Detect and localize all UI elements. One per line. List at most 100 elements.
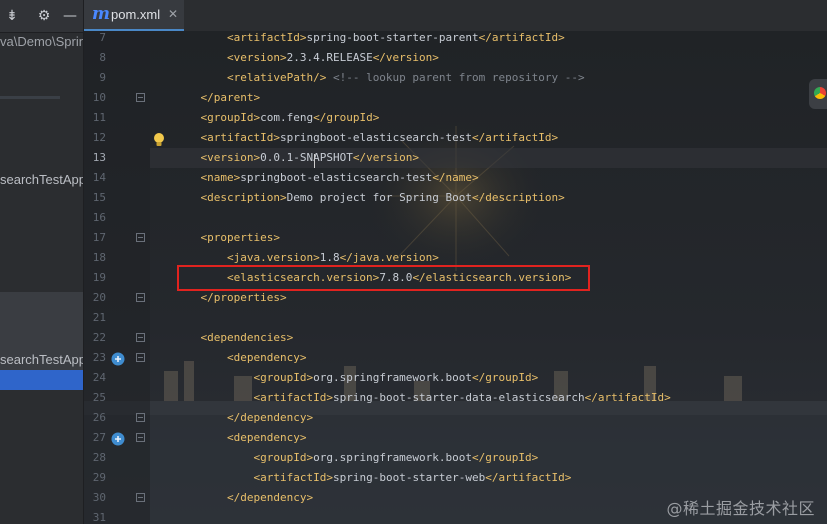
line-number: 16: [92, 211, 106, 224]
code-line[interactable]: <version>2.3.4.RELEASE</version>: [174, 48, 439, 68]
code-line[interactable]: <dependency>: [174, 348, 306, 368]
code-line[interactable]: <dependencies>: [174, 328, 294, 348]
xml-text: springboot-elasticsearch-test: [240, 171, 433, 184]
line-number: 30: [92, 491, 106, 504]
xml-tag: </dependency>: [226, 491, 314, 504]
xml-tag: <name>: [200, 171, 241, 184]
xml-text: org.springframework.boot: [313, 451, 473, 464]
xml-text: 1.8: [319, 251, 340, 264]
fold-marker-icon[interactable]: [136, 333, 145, 342]
line-number: 17: [92, 231, 106, 244]
xml-tag: <artifactId>: [253, 471, 333, 484]
xml-text: 2.3.4.RELEASE: [286, 51, 373, 64]
xml-tag: <artifactId>: [253, 391, 333, 404]
line-number: 26: [92, 411, 106, 424]
code-line[interactable]: <artifactId>spring-boot-starter-web</art…: [174, 468, 571, 488]
xml-tag: </groupId>: [472, 451, 539, 464]
maven-dependency-icon[interactable]: [110, 351, 126, 367]
code-line[interactable]: <name>springboot-elasticsearch-test</nam…: [174, 168, 479, 188]
xml-text: [326, 71, 333, 84]
xml-tag: <properties>: [200, 231, 280, 244]
code-line[interactable]: <groupId>org.springframework.boot</group…: [174, 448, 538, 468]
maven-dependency-icon[interactable]: [110, 431, 126, 447]
tree-separator: [0, 96, 60, 99]
tree-item-application[interactable]: searchTestApplication: [0, 170, 83, 190]
fold-marker-icon[interactable]: [136, 433, 145, 442]
line-number: 21: [92, 311, 106, 324]
gear-icon[interactable]: ⚙: [36, 8, 52, 24]
tree-item-application[interactable]: searchTestApplication: [0, 350, 83, 370]
fold-marker-icon[interactable]: [136, 293, 145, 302]
code-line[interactable]: <groupId>org.springframework.boot</group…: [174, 368, 538, 388]
line-number: 8: [99, 51, 106, 64]
lightbulb-icon[interactable]: [152, 132, 166, 148]
xml-text: spring-boot-starter-parent: [306, 31, 479, 44]
xml-tag: <version>: [226, 51, 287, 64]
line-number: 12: [92, 131, 106, 144]
line-number: 22: [92, 331, 106, 344]
line-number: 10: [92, 91, 106, 104]
xml-text: spring-boot-starter-web: [332, 471, 486, 484]
xml-tag: </artifactId>: [485, 471, 572, 484]
fold-marker-icon[interactable]: [136, 353, 145, 362]
code-line[interactable]: <dependency>: [174, 428, 306, 448]
code-line[interactable]: <artifactId>spring-boot-starter-parent</…: [174, 31, 565, 48]
tree-selected-row[interactable]: [0, 370, 83, 390]
xml-tag: <version>: [200, 151, 261, 164]
code-line[interactable]: <groupId>com.feng</groupId>: [174, 108, 380, 128]
project-path[interactable]: va\Demo\Spring: [0, 32, 83, 52]
code-line[interactable]: <version>0.0.1-SNAPSHOT</version>: [174, 148, 420, 168]
xml-text: com.feng: [260, 111, 314, 124]
xml-text: 0.0.1-SNAPSHOT: [260, 151, 353, 164]
line-number: 9: [99, 71, 106, 84]
xml-tag: <artifactId>: [200, 131, 280, 144]
xml-tag: <groupId>: [200, 111, 261, 124]
code-line[interactable]: <artifactId>springboot-elasticsearch-tes…: [174, 128, 559, 148]
fold-marker-icon[interactable]: [136, 93, 145, 102]
fold-marker-icon[interactable]: [136, 493, 145, 502]
text-caret: [314, 154, 315, 168]
fold-marker-icon[interactable]: [136, 413, 145, 422]
line-number: 7: [99, 31, 106, 44]
close-icon[interactable]: ✕: [168, 5, 178, 23]
xml-tag: <dependency>: [226, 351, 307, 364]
code-line[interactable]: <relativePath/> <!-- lookup parent from …: [174, 68, 585, 88]
minimize-icon[interactable]: —: [62, 8, 78, 24]
code-line[interactable]: </dependency>: [174, 408, 313, 428]
xml-tag: <groupId>: [253, 371, 314, 384]
code-line[interactable]: </parent>: [174, 88, 261, 108]
tab-label: pom.xml: [111, 7, 161, 22]
xml-tag: <relativePath/>: [226, 71, 327, 84]
code-line[interactable]: <properties>: [174, 228, 280, 248]
xml-tag: </dependency>: [226, 411, 314, 424]
line-number: 19: [92, 271, 106, 284]
xml-tag: </artifactId>: [584, 391, 671, 404]
browser-preview-icon[interactable]: [809, 79, 827, 109]
fold-marker-icon[interactable]: [136, 233, 145, 242]
code-line[interactable]: </properties>: [174, 288, 287, 308]
xml-tag: </description>: [472, 191, 565, 204]
line-number: 27: [92, 431, 106, 444]
collapse-all-icon[interactable]: ⇟: [4, 8, 20, 24]
xml-comment: <!-- lookup parent from repository -->: [332, 71, 585, 84]
code-line[interactable]: </dependency>: [174, 488, 313, 508]
code-line[interactable]: <description>Demo project for Spring Boo…: [174, 188, 565, 208]
tab-pom-xml[interactable]: m pom.xml ✕: [84, 0, 184, 31]
project-panel-toolbar: ⇟ ⚙ —: [0, 0, 83, 33]
code-line[interactable]: <artifactId>spring-boot-starter-data-ela…: [174, 388, 671, 408]
line-number: 11: [92, 111, 106, 124]
line-number: 28: [92, 451, 106, 464]
xml-tag: </properties>: [200, 291, 287, 304]
line-number: 31: [92, 511, 106, 524]
